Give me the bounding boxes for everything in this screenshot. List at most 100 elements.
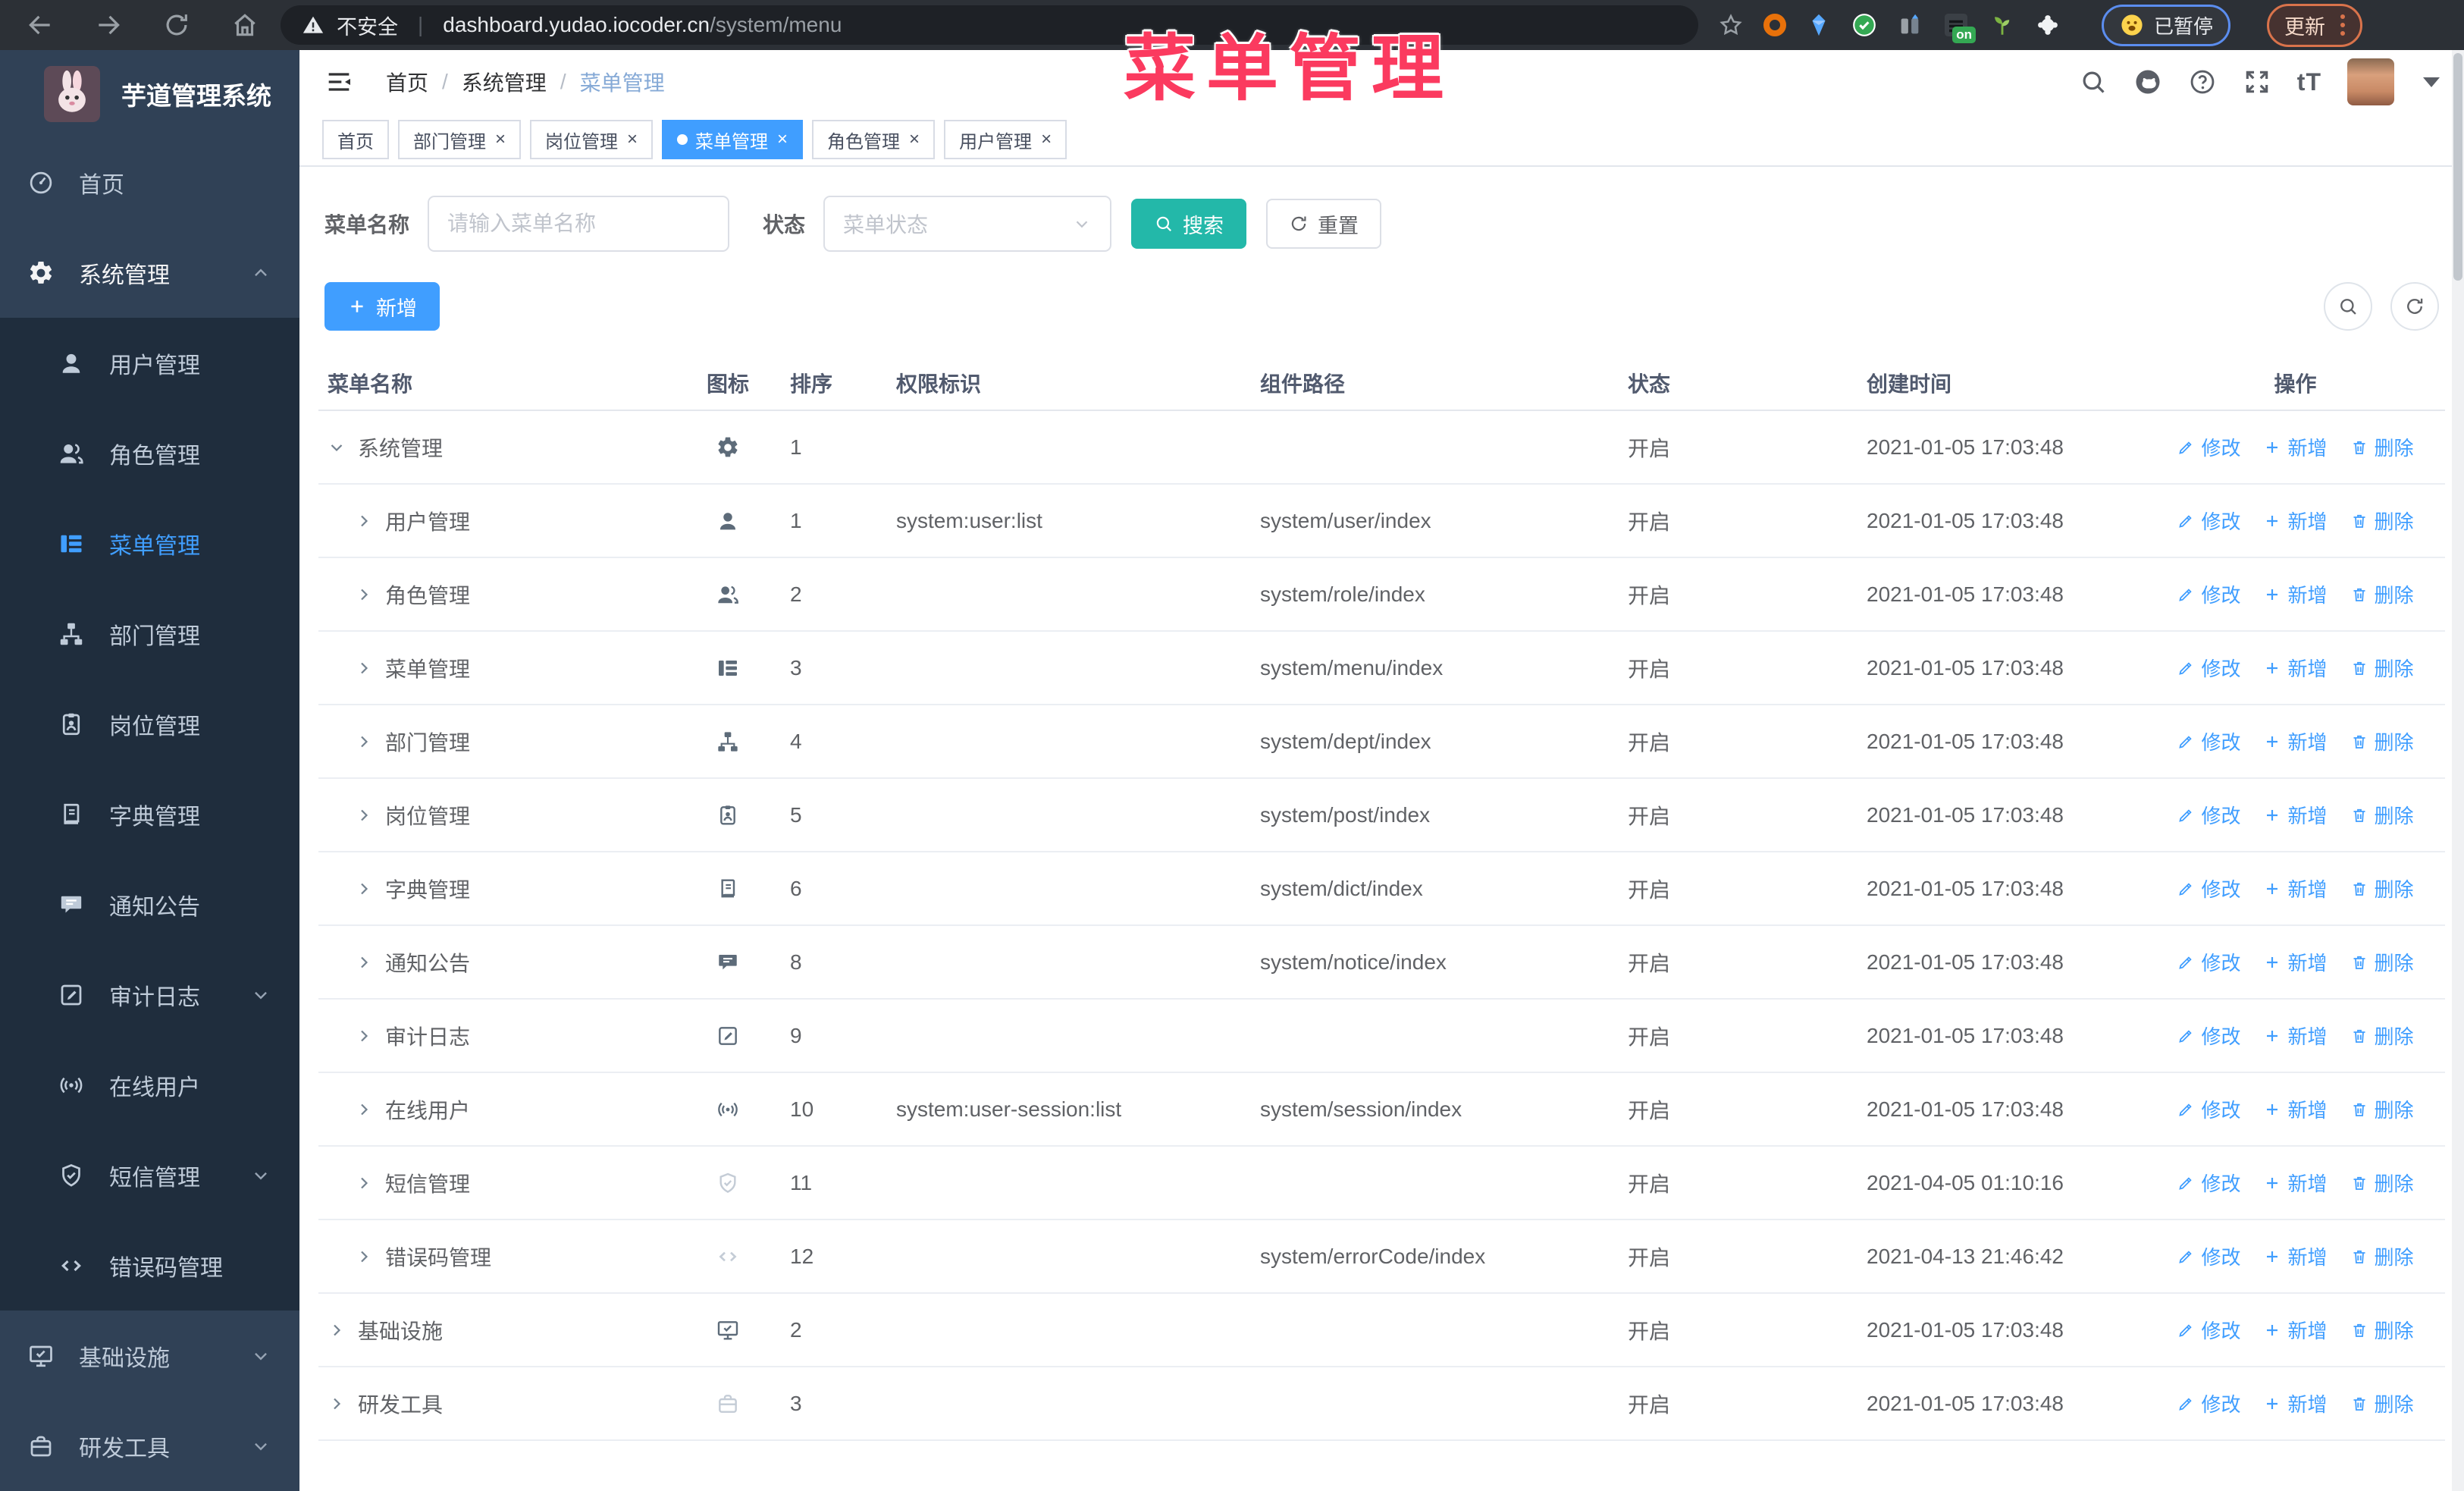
row-delete-button[interactable]: 删除 <box>2350 801 2414 829</box>
row-delete-button[interactable]: 删除 <box>2350 874 2414 902</box>
sidebar-item-infrastructure[interactable]: 基础设施 <box>0 1311 299 1401</box>
row-add-button[interactable]: 新增 <box>2263 801 2328 829</box>
row-edit-button[interactable]: 修改 <box>2177 580 2240 608</box>
reset-button[interactable]: 重置 <box>1266 199 1382 249</box>
extension-puzzle-icon[interactable] <box>2035 12 2061 38</box>
search-icon[interactable] <box>2079 67 2108 96</box>
browser-home-icon[interactable] <box>230 11 259 39</box>
scrollbar-thumb[interactable] <box>2453 53 2462 281</box>
row-add-button[interactable]: 新增 <box>2263 580 2328 608</box>
row-edit-button[interactable]: 修改 <box>2177 433 2240 461</box>
menu-name-input[interactable] <box>428 196 730 252</box>
row-delete-button[interactable]: 删除 <box>2350 433 2414 461</box>
forward-icon[interactable] <box>94 11 123 39</box>
tab-dept[interactable]: 部门管理 × <box>398 120 522 159</box>
tab-home[interactable]: 首页 <box>322 120 389 159</box>
row-edit-button[interactable]: 修改 <box>2177 801 2240 829</box>
row-edit-button[interactable]: 修改 <box>2177 948 2240 976</box>
warning-triangle-icon[interactable] <box>302 14 324 36</box>
tab-close-icon[interactable]: × <box>627 130 638 149</box>
row-add-button[interactable]: 新增 <box>2263 654 2328 682</box>
extension-columns-icon[interactable] <box>1897 12 1923 38</box>
user-avatar[interactable] <box>2347 58 2394 105</box>
sidebar-item-post-mgmt[interactable]: 岗位管理 <box>0 679 299 769</box>
kebab-menu-icon[interactable] <box>2340 14 2346 36</box>
browser-update-button[interactable]: 更新 <box>2267 3 2363 47</box>
expand-row-icon[interactable] <box>355 1027 373 1045</box>
help-icon[interactable] <box>2188 67 2217 96</box>
expand-row-icon[interactable] <box>355 733 373 751</box>
expand-row-icon[interactable] <box>355 659 373 677</box>
row-add-button[interactable]: 新增 <box>2263 1022 2328 1050</box>
sidebar-item-role-mgmt[interactable]: 角色管理 <box>0 408 299 498</box>
tab-post[interactable]: 岗位管理 × <box>530 120 654 159</box>
avatar-caret-icon[interactable] <box>2423 77 2440 87</box>
sidebar-item-notice[interactable]: 通知公告 <box>0 859 299 950</box>
show-search-button[interactable] <box>2324 282 2372 331</box>
row-add-button[interactable]: 新增 <box>2263 1389 2328 1417</box>
row-add-button[interactable]: 新增 <box>2263 507 2328 535</box>
tab-close-icon[interactable]: × <box>909 130 920 149</box>
tab-menu[interactable]: 菜单管理 × <box>662 120 804 159</box>
row-delete-button[interactable]: 删除 <box>2350 948 2414 976</box>
expand-row-icon[interactable] <box>355 512 373 530</box>
tab-user[interactable]: 用户管理 × <box>944 120 1067 159</box>
status-select[interactable]: 菜单状态 <box>823 196 1112 252</box>
sidebar-item-online-user[interactable]: 在线用户 <box>0 1040 299 1130</box>
row-add-button[interactable]: 新增 <box>2263 874 2328 902</box>
row-edit-button[interactable]: 修改 <box>2177 727 2240 755</box>
sidebar-item-error-code-mgmt[interactable]: 错误码管理 <box>0 1220 299 1311</box>
expand-row-icon[interactable] <box>328 1321 346 1339</box>
row-delete-button[interactable]: 删除 <box>2350 1389 2414 1417</box>
bookmark-star-icon[interactable] <box>1718 12 1744 38</box>
row-edit-button[interactable]: 修改 <box>2177 654 2240 682</box>
expand-row-icon[interactable] <box>355 1100 373 1119</box>
row-edit-button[interactable]: 修改 <box>2177 1169 2240 1197</box>
row-edit-button[interactable]: 修改 <box>2177 1316 2240 1344</box>
sidebar-item-home[interactable]: 首页 <box>0 137 299 228</box>
row-delete-button[interactable]: 删除 <box>2350 507 2414 535</box>
url-bar[interactable]: 不安全 | dashboard.yudao.iocoder.cn/system/… <box>281 5 1698 45</box>
search-button[interactable]: 搜索 <box>1131 199 1247 249</box>
row-add-button[interactable]: 新增 <box>2263 1316 2328 1344</box>
github-icon[interactable] <box>2133 67 2162 96</box>
sidebar-item-user-mgmt[interactable]: 用户管理 <box>0 318 299 408</box>
collapse-row-icon[interactable] <box>328 438 346 457</box>
row-add-button[interactable]: 新增 <box>2263 1095 2328 1123</box>
row-delete-button[interactable]: 删除 <box>2350 727 2414 755</box>
scrollbar[interactable] <box>2452 50 2464 1491</box>
sidebar-item-audit-log[interactable]: 审计日志 <box>0 950 299 1040</box>
expand-row-icon[interactable] <box>355 1248 373 1266</box>
sidebar-item-dev-tools[interactable]: 研发工具 <box>0 1401 299 1491</box>
tab-close-icon[interactable]: × <box>777 130 788 149</box>
extension-orange-icon[interactable] <box>1763 14 1786 36</box>
font-size-icon[interactable]: tT <box>2297 68 2321 96</box>
sidebar-item-dict-mgmt[interactable]: 字典管理 <box>0 769 299 859</box>
row-delete-button[interactable]: 删除 <box>2350 654 2414 682</box>
back-icon[interactable] <box>26 11 55 39</box>
expand-row-icon[interactable] <box>355 1174 373 1192</box>
row-add-button[interactable]: 新增 <box>2263 433 2328 461</box>
row-delete-button[interactable]: 删除 <box>2350 1169 2414 1197</box>
extension-gem-icon[interactable] <box>1806 12 1832 38</box>
row-edit-button[interactable]: 修改 <box>2177 1022 2240 1050</box>
refresh-table-button[interactable] <box>2390 282 2439 331</box>
sidebar-item-system-mgmt[interactable]: 系统管理 <box>0 228 299 318</box>
expand-row-icon[interactable] <box>355 806 373 824</box>
breadcrumb-system[interactable]: 系统管理 <box>462 67 547 97</box>
extension-tampermonkey-icon[interactable]: on <box>1942 11 1976 43</box>
row-add-button[interactable]: 新增 <box>2263 727 2328 755</box>
row-add-button[interactable]: 新增 <box>2263 1242 2328 1270</box>
expand-row-icon[interactable] <box>355 880 373 898</box>
extension-check-icon[interactable] <box>1851 12 1877 38</box>
row-delete-button[interactable]: 删除 <box>2350 1095 2414 1123</box>
fullscreen-icon[interactable] <box>2243 67 2271 96</box>
tab-close-icon[interactable]: × <box>1041 130 1052 149</box>
row-edit-button[interactable]: 修改 <box>2177 1242 2240 1270</box>
row-edit-button[interactable]: 修改 <box>2177 874 2240 902</box>
row-delete-button[interactable]: 删除 <box>2350 580 2414 608</box>
row-delete-button[interactable]: 删除 <box>2350 1022 2414 1050</box>
row-edit-button[interactable]: 修改 <box>2177 1095 2240 1123</box>
reload-icon[interactable] <box>162 11 191 39</box>
extension-plant-icon[interactable] <box>1989 12 2015 38</box>
